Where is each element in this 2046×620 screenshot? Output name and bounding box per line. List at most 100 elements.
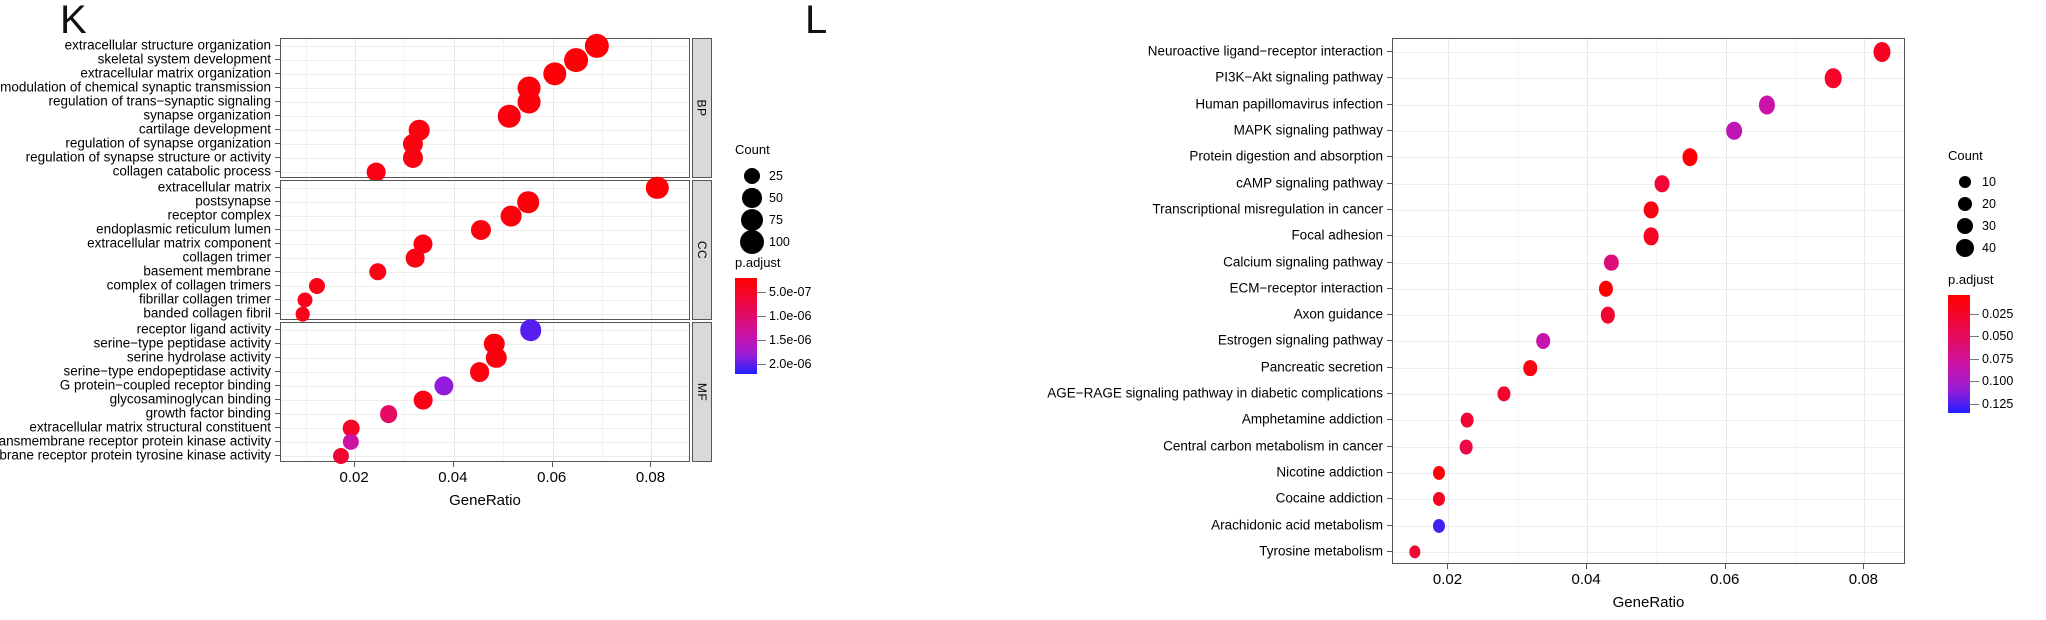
padjust-colorbar [1948,295,1970,413]
data-point [646,176,669,200]
padjust-tick-label: 0.125 [1982,396,2014,411]
x-axis-tick [1724,564,1726,569]
x-axis-tick [650,462,652,467]
gridline-row [281,60,689,61]
y-axis-label: Calcium signaling pathway [1223,253,1383,269]
y-axis-label: extracellular matrix component [87,235,271,251]
padjust-tick-label: 0.075 [1982,351,2014,366]
gridline-major [1587,39,1589,563]
y-axis-label: postsynapse [195,193,271,209]
facet-strip-label: BP [694,99,709,117]
y-axis-label: MAPK signaling pathway [1233,122,1383,138]
y-axis-tick [275,157,280,158]
gridline-row [1393,394,1904,396]
gridline-row [1393,157,1904,159]
x-axis-tick [354,462,356,467]
y-axis-tick [1387,314,1392,316]
x-axis-title: GeneRatio [449,492,521,509]
count-legend-label: 30 [1982,219,1996,233]
y-axis-label: cAMP signaling pathway [1236,174,1383,190]
x-axis-tick-label: 0.06 [1710,571,1740,588]
gridline-minor [1517,39,1519,563]
y-axis-label: Human papillomavirus infection [1195,96,1383,111]
y-axis-label: regulation of synapse structure or activ… [25,149,271,165]
data-point [517,191,539,213]
padjust-tick [757,364,766,366]
y-axis-tick [1387,156,1392,158]
data-point [469,362,490,382]
data-point [497,104,521,128]
data-point [1873,42,1891,63]
x-axis-tick-label: 0.02 [339,469,369,486]
y-axis-tick [1387,498,1392,500]
facet-strip-mf: MF [692,322,712,462]
data-point [1824,68,1842,89]
panel-letter-l: L [805,0,828,42]
x-axis-tick [1863,564,1865,569]
data-point [1433,492,1446,507]
y-axis-label: modulation of chemical synaptic transmis… [0,79,271,95]
y-axis-tick [275,101,280,102]
padjust-colorbar-wrap: 0.025 0.050 0.075 0.100 0.125 [1948,295,2016,413]
y-axis-label: PI3K−Akt signaling pathway [1215,69,1383,85]
data-point [1460,439,1473,455]
y-axis-label: complex of collagen trimers [106,277,271,293]
y-axis-label: G protein−coupled receptor binding [59,377,271,393]
gridline-row [281,330,689,331]
y-axis-tick [1387,51,1392,53]
gridline-row [1393,472,1904,474]
y-axis-tick [275,357,280,358]
gridline-row [281,244,689,245]
y-axis-label: collagen trimer [182,249,271,265]
gridline-major [1448,39,1450,563]
count-legend-bullet [735,188,769,208]
y-axis-tick [1387,77,1392,79]
gridline-row [281,130,689,131]
y-axis-tick [1387,235,1392,237]
padjust-colorbar [735,278,757,374]
y-axis-tick [275,215,280,216]
count-legend-label: 40 [1982,241,1996,255]
data-point [1460,412,1474,428]
y-axis-label: ECM−receptor interaction [1229,280,1383,296]
gridline-minor [1795,39,1797,563]
data-point [1643,201,1659,219]
padjust-tick [1970,358,1979,360]
data-point [1759,95,1776,115]
y-axis-label: basement membrane [143,263,271,279]
y-axis-tick [275,59,280,60]
y-axis-label: Central carbon metabolism in cancer [1163,437,1383,453]
gridline-row [281,202,689,203]
count-legend-title: Count [1948,148,1983,163]
gridline-row [1393,499,1904,501]
x-axis-tick-label: 0.08 [1848,571,1878,588]
data-point [379,405,398,423]
y-axis-tick [275,399,280,400]
padjust-tick-label: 1.0e-06 [769,309,812,324]
y-axis-tick [275,257,280,258]
y-axis-label: extracellular structure organization [64,37,271,53]
y-axis-tick [1387,182,1392,184]
y-axis-tick [275,73,280,74]
gridline-row [1393,131,1904,133]
data-point [413,390,433,410]
y-axis-tick [275,115,280,116]
data-point [333,447,350,465]
padjust-tick [757,292,766,294]
gridline-row [1393,104,1904,106]
y-axis-label: extracellular matrix [157,179,271,195]
y-axis-label: Protein digestion and absorption [1189,148,1383,164]
data-point [1654,174,1670,193]
padjust-legend-title: p.adjust [1948,272,1994,287]
y-axis-label: glycosaminoglycan binding [109,391,271,407]
count-legend-dot [742,188,762,208]
facet-strip-bp: BP [692,38,712,178]
count-legend-item: 100 [735,230,790,254]
y-axis-tick [275,271,280,272]
padjust-tick [757,340,766,342]
y-axis-tick [1387,366,1392,368]
y-axis-label: Tyrosine metabolism [1259,543,1383,559]
y-axis-label: skeletal system development [97,51,271,67]
count-legend-item: 30 [1948,215,1996,237]
y-axis-label: extracellular matrix structural constitu… [29,419,271,435]
